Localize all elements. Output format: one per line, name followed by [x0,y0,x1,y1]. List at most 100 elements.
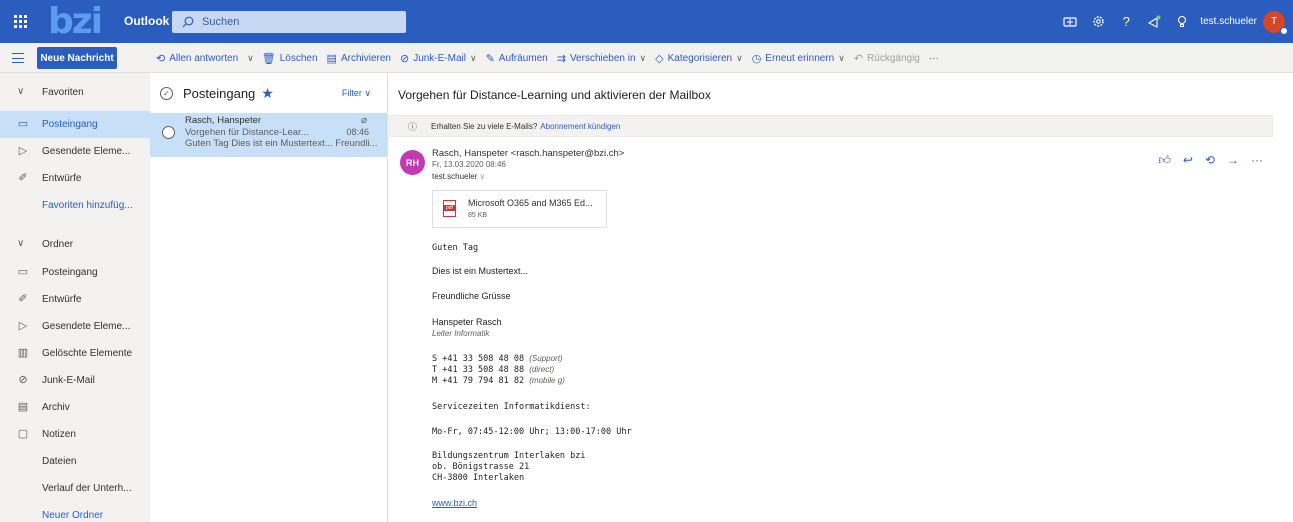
sender-avatar[interactable]: RH [400,150,425,175]
email-date: Fr, 13.03.2020 08:46 [432,160,506,169]
delete-button[interactable]: 🗑 Löschen [262,52,318,65]
undo-label: Rückgängig [867,52,920,64]
more-options-icon[interactable]: ··· [1251,153,1263,168]
note-icon: ▢ [17,428,29,440]
select-all-checkbox[interactable]: ✓ [160,86,173,100]
org-street: ob. Bönigstrasse 21 [432,462,530,472]
phone-support: S +41 33 508 48 08 (Support) [432,354,563,364]
message-select-radio[interactable] [162,126,175,139]
nav-folder-archive[interactable]: ▤ Archiv [0,394,150,421]
favorites-header[interactable]: ∨ Favoriten [0,73,150,111]
nav-item-label: Gesendete Eleme... [42,321,131,332]
nav-favorite-drafts[interactable]: ✐ Entwürfe [0,165,150,192]
help-icon[interactable]: ? [1112,0,1140,43]
nav-folder-files[interactable]: Dateien [0,448,150,475]
send-icon: ▷ [18,145,28,157]
sweep-label: Aufräumen [498,52,548,64]
reply-all-dropdown-chevron-icon[interactable]: ∨ [247,53,254,64]
pencil-icon: ✐ [18,172,28,184]
reply-all-icon: ⟲ [156,52,166,65]
whats-new-megaphone-icon[interactable] [1140,0,1168,43]
nav-folder-notes[interactable]: ▢ Notizen [0,421,150,448]
add-favorite-link[interactable]: Favoriten hinzufüg... [0,192,150,219]
filter-button[interactable]: Filter ∨ [342,88,371,99]
junk-button[interactable]: ⊘ Junk-E-Mail ∨ [400,52,477,65]
nav-folder-deleted[interactable]: ▥ Gelöschte Elemente [0,340,150,367]
website-link[interactable]: www.bzi.ch [432,498,477,508]
email-from[interactable]: Rasch, Hanspeter <rasch.hanspeter@bzi.ch… [432,148,624,159]
nav-item-label: Entwürfe [42,173,82,184]
attachment-card[interactable]: Microsoft O365 and M365 Ed... 85 KB [432,190,607,228]
search-box[interactable] [172,11,406,33]
hamburger-menu-icon[interactable] [10,51,26,65]
reply-icon[interactable]: ↩ [1183,153,1193,168]
more-actions-button[interactable]: ··· [929,53,939,64]
attachment-size: 85 KB [468,212,488,219]
sweep-button[interactable]: ✎ Aufräumen [486,52,548,65]
favorites-header-label: Favoriten [42,86,84,98]
pdf-file-icon [443,200,456,217]
command-bar: Neue Nachricht ⟲ Allen antworten ∨ 🗑 Lös… [0,43,1293,73]
teams-meet-icon[interactable] [1056,0,1084,43]
email-to-recipient: test.schueler [432,172,478,181]
service-hours: Mo-Fr, 07:45-12:00 Uhr; 13:00-17:00 Uhr [432,427,632,437]
app-name[interactable]: Outlook [124,14,169,28]
user-name[interactable]: test.schueler [1200,16,1257,27]
nav-item-label: Notizen [42,429,76,440]
clock-icon: ◷ [751,52,762,65]
paperclip-icon: ⌀ [360,115,367,126]
phone-support-note: (Support) [529,354,563,363]
unsubscribe-link[interactable]: Abonnement kündigen [540,122,620,131]
email-to[interactable]: test.schueler ∨ [432,172,485,181]
move-to-button[interactable]: ⇉ Verschieben in ∨ [557,52,646,65]
top-right-icons: ? test.schueler T [1056,0,1293,43]
nav-folder-drafts[interactable]: ✐ Entwürfe [0,286,150,313]
categorize-button[interactable]: ◇ Kategorisieren ∨ [655,52,743,65]
forward-icon[interactable]: → [1227,153,1239,168]
user-avatar[interactable]: T [1263,10,1288,35]
nav-folder-junk[interactable]: ⊘ Junk-E-Mail [0,367,150,394]
reply-all-button[interactable]: ⟲ Allen antworten [156,52,238,65]
nav-folder-conversation-history[interactable]: Verlauf der Unterh... [0,475,150,502]
undo-button[interactable]: ↶ Rückgängig [854,52,920,65]
broom-icon: ✎ [485,52,495,65]
feedback-bulb-icon[interactable] [1168,0,1196,43]
message-subject: Vorgehen für Distance-Lear... [185,127,309,138]
app-launcher-button[interactable] [0,0,40,43]
favorite-star-icon[interactable]: ★ [261,85,274,102]
block-icon: ⊘ [18,374,28,386]
reading-pane: Vorgehen für Distance-Learning und aktiv… [389,73,1293,522]
waffle-icon [13,15,27,28]
inbox-icon: ▭ [17,266,29,278]
archive-icon: ▤ [326,52,337,65]
phone-mobile: M +41 79 794 81 82 (mobile g) [432,376,565,386]
unsubscribe-notice: ⓘ Erhalten Sie zu viele E-Mails? Abonnem… [389,115,1273,137]
nav-item-label: Gesendete Eleme... [42,146,131,157]
notice-text: Erhalten Sie zu viele E-Mails? [431,121,538,131]
like-thumb-icon[interactable]: 👍︎ [1158,153,1171,168]
nav-favorite-sent[interactable]: ▷ Gesendete Eleme... [0,138,150,165]
move-to-chevron-icon: ∨ [639,52,647,63]
snooze-button[interactable]: ◷ Erneut erinnern ∨ [752,52,845,65]
folders-header[interactable]: ∨ Ordner [0,229,150,259]
settings-gear-icon[interactable] [1084,0,1112,43]
nav-favorite-inbox[interactable]: ▭ Posteingang [0,111,150,138]
bzi-logo[interactable]: bzi [48,4,103,40]
message-item[interactable]: Rasch, Hanspeter ⌀ Vorgehen für Distance… [150,113,387,157]
nav-folder-sent[interactable]: ▷ Gesendete Eleme... [0,313,150,340]
junk-dropdown-chevron-icon[interactable]: ∨ [470,53,477,64]
message-list: ✓ Posteingang ★ Filter ∨ Rasch, Hanspete… [150,73,388,522]
new-message-button[interactable]: Neue Nachricht [37,47,117,69]
new-folder-link[interactable]: Neuer Ordner [0,502,150,522]
nav-item-label: Verlauf der Unterh... [42,483,132,494]
nav-folder-inbox[interactable]: ▭ Posteingang [0,259,150,286]
presence-indicator-icon [1280,26,1288,35]
reply-all-icon[interactable]: ⟲ [1205,153,1215,168]
search-input[interactable] [202,16,392,28]
org-city: CH-3800 Interlaken [432,473,525,483]
body-text: Dies ist ein Mustertext... [432,266,529,276]
archive-button[interactable]: ▤ Archivieren [327,52,391,65]
move-to-label: Verschieben in [569,52,636,64]
move-folder-icon: ⇉ [556,52,566,65]
undo-icon: ↶ [853,52,864,65]
